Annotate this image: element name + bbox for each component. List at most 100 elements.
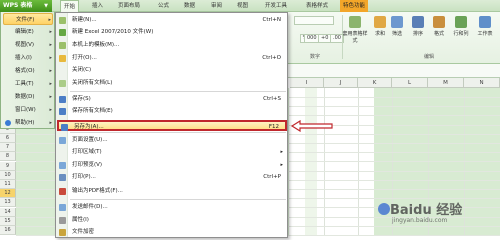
close-all-icon [59,80,66,87]
menu-item-save[interactable]: 保存(S) Ctrl+S [57,94,287,105]
menu-item-label: 文件加密 [72,229,95,235]
menu-item-data[interactable]: 数据(D) ▸ [3,91,53,103]
chevron-right-icon: ▸ [280,149,283,155]
menu-separator [70,91,286,92]
menu-item-insert-label: 插入(I) [15,55,32,61]
menu-item-label: 关闭(C) [72,67,92,73]
sum-button[interactable]: 求和 [372,16,388,37]
row-header[interactable]: 16 [0,226,16,235]
menu-item-new-excel[interactable]: 新建 Excel 2007/2010 文件(W) [57,27,287,38]
app-menu: 文件(F) ▸ 编辑(E) ▸ 视图(V) ▸ 插入(I) ▸ 格式(O) ▸ … [0,12,55,129]
row-header[interactable]: 12 [0,189,16,199]
tab-review[interactable]: 审阅 [211,0,222,12]
new-icon [59,17,66,24]
menu-item-file[interactable]: 文件(F) ▸ [3,13,53,25]
menu-item-local-templates[interactable]: 本机上的模板(M)... [57,40,287,51]
menu-item-label: 打印(P)... [72,174,96,180]
menu-item-format-label: 格式(O) [15,68,35,74]
rows-columns-button[interactable]: 行和列 [450,16,472,37]
number-format-select[interactable] [294,16,334,25]
export-pdf-icon [59,188,66,195]
menu-item-file-label: 文件(F) [16,17,35,23]
menu-item-file-encrypt[interactable]: 文件加密 [57,227,287,238]
menu-item-save-as[interactable]: 另存为(A)... F12 [57,120,287,131]
menu-item-help[interactable]: 帮助(H) ▸ [3,117,53,129]
format-button[interactable]: 格式 [431,16,447,37]
ribbon-tab-bar: WPS 表格 ▼ 开始 插入 页面布局 公式 数据 审阅 视图 开发工具 表格样… [0,0,500,12]
menu-item-edit[interactable]: 编辑(E) ▸ [3,26,53,38]
menu-item-print-area[interactable]: 打印区域(T) ▸ [57,147,287,158]
menu-item-format[interactable]: 格式(O) ▸ [3,65,53,77]
menu-item-tools[interactable]: 工具(T) ▸ [3,78,53,90]
menu-item-save-all[interactable]: 保存所有文档(E) [57,106,287,117]
row-header[interactable]: 11 [0,180,16,189]
tab-view[interactable]: 视图 [237,0,248,12]
tab-developer[interactable]: 开发工具 [265,0,287,12]
menu-item-label: 页面设置(U)... [72,137,108,143]
row-header[interactable]: 14 [0,207,16,217]
menu-item-data-label: 数据(D) [15,94,35,100]
worksheet-button[interactable]: 工作表 [474,16,496,37]
column-header-m[interactable]: M [428,78,464,88]
menu-item-close[interactable]: 关闭(C) [57,65,287,76]
chevron-right-icon: ▸ [49,42,52,48]
wps-app-label: WPS 表格 [3,2,33,9]
menu-item-properties[interactable]: 属性(I) [57,215,287,226]
tab-special-features[interactable]: 特色功能 [340,0,369,12]
table-style-button[interactable]: 套用表格样式 [341,16,369,44]
page-setup-icon [59,137,66,144]
tab-data[interactable]: 数据 [184,0,195,12]
column-header-k[interactable]: K [358,78,392,88]
row-header[interactable]: 13 [0,198,16,208]
menu-item-send-email[interactable]: 发送邮件(D)... [57,202,287,213]
menu-item-view[interactable]: 视图(V) ▸ [3,39,53,51]
row-header[interactable]: 10 [0,170,16,180]
chevron-right-icon: ▸ [49,55,52,61]
row-header[interactable]: 8 [0,152,16,162]
menu-item-export-pdf[interactable]: 输出为PDF格式(F)... [57,186,287,197]
chevron-right-icon: ▸ [49,68,52,74]
tab-formulas[interactable]: 公式 [158,0,169,12]
open-icon [59,55,66,62]
properties-icon [59,217,66,224]
row-header[interactable]: 6 [0,134,16,143]
save-as-icon [61,124,68,131]
menu-item-shortcut: Ctrl+O [262,55,281,61]
tab-home[interactable]: 开始 [60,0,80,12]
menu-item-label: 打印区域(T) [72,149,102,155]
menu-item-label: 发送邮件(D)... [72,204,108,210]
filter-button[interactable]: 筛选 [389,16,405,37]
tab-table-style[interactable]: 表格样式 [306,0,328,12]
menu-item-page-setup[interactable]: 页面设置(U)... [57,135,287,146]
menu-item-insert[interactable]: 插入(I) ▸ [3,52,53,64]
menu-item-new[interactable]: 新建(N)... Ctrl+N [57,15,287,26]
wps-app-button[interactable]: WPS 表格 ▼ [0,0,52,12]
column-header-l[interactable]: L [392,78,428,88]
arrow-left-icon [290,120,333,132]
menu-item-view-label: 视图(V) [15,42,35,48]
tab-insert[interactable]: 插入 [92,0,103,12]
menu-item-window[interactable]: 窗口(W) ▸ [3,104,53,116]
watermark-url: jingyan.baidu.com [392,217,448,224]
menu-item-label: 关闭所有文档(L) [72,80,113,86]
menu-item-shortcut: Ctrl+S [263,96,281,102]
menu-item-window-label: 窗口(W) [15,107,36,113]
print-icon [59,174,66,181]
row-header[interactable]: 15 [0,216,16,226]
row-header[interactable]: 9 [0,161,16,171]
column-header-i[interactable]: I [290,78,324,88]
menu-item-label: 打开(O)... [72,55,97,61]
menu-item-close-all[interactable]: 关闭所有文档(L) [57,78,287,89]
row-header[interactable]: 7 [0,143,16,153]
column-header-j[interactable]: J [324,78,358,88]
tab-page-layout[interactable]: 页面布局 [118,0,140,12]
worksheet-icon [479,16,491,28]
chevron-right-icon: ▸ [49,29,52,35]
menu-item-label: 本机上的模板(M)... [72,42,120,48]
sort-button[interactable]: 排序 [410,16,426,37]
menu-item-print[interactable]: 打印(P)... Ctrl+P [57,172,287,183]
menu-item-print-preview[interactable]: 打印预览(V) ▸ [57,160,287,171]
menu-item-open[interactable]: 打开(O)... Ctrl+O [57,53,287,64]
chevron-right-icon: ▸ [49,81,52,87]
column-header-n[interactable]: N [464,78,500,88]
